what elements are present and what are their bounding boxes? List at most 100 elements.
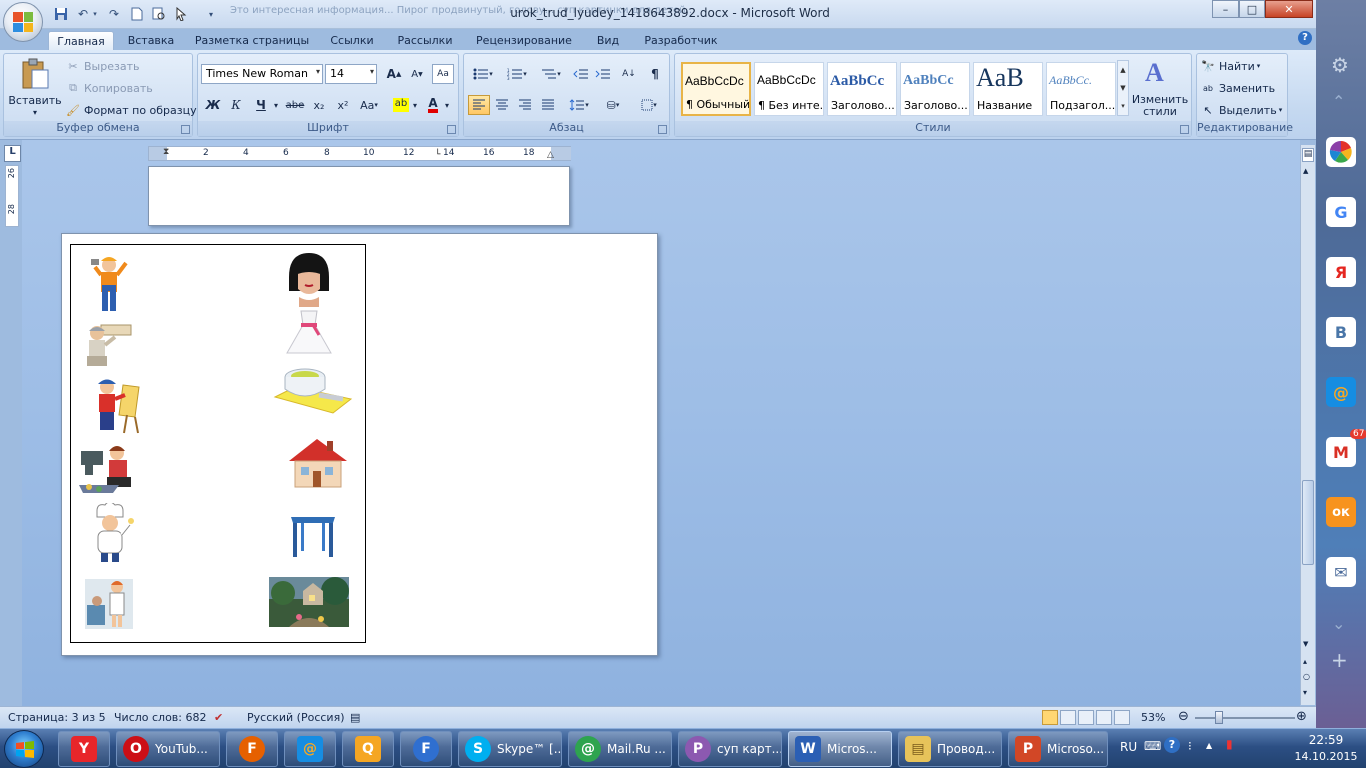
browse-object-icon[interactable]: ○ [1303, 672, 1310, 681]
paste-button[interactable]: Вставить ▾ [8, 56, 62, 120]
minimize-button[interactable]: – [1212, 0, 1239, 18]
language-indicator[interactable]: Русский (Россия) [247, 711, 345, 724]
word-button[interactable]: W Micros... [788, 731, 892, 767]
mail-envelope-icon[interactable]: ✉ [1326, 557, 1356, 587]
align-left-button[interactable] [468, 95, 490, 115]
grow-font-button[interactable]: A ▲ [383, 64, 405, 84]
italic-button[interactable]: К [225, 95, 247, 115]
show-hidden-icons[interactable]: ▲ [1206, 741, 1212, 750]
doctor-illustration[interactable] [85, 579, 133, 629]
vertical-ruler[interactable]: 26 28 [5, 165, 19, 227]
firefox-button[interactable]: F [226, 731, 278, 767]
mail-at-icon[interactable]: @ [1326, 377, 1356, 407]
styles-launcher-icon[interactable] [1180, 125, 1189, 134]
print-preview-icon[interactable] [150, 5, 168, 23]
select-button[interactable]: ↖ Выделить ▾ [1201, 100, 1282, 120]
language-indicator-tray[interactable]: RU [1120, 740, 1137, 754]
powerpoint-button[interactable]: P Microso... [1008, 731, 1108, 767]
highlight-button[interactable]: ab [390, 95, 412, 115]
seamstress-illustration[interactable] [77, 441, 139, 495]
clear-format-button[interactable]: Aa [432, 64, 454, 84]
line-spacing-button[interactable]: ▾ [564, 95, 594, 115]
find-button[interactable]: 🔭 Найти ▾ [1201, 56, 1260, 76]
tab-insert[interactable]: Вставка [122, 31, 180, 51]
vertical-scrollbar[interactable]: ▤ ▲ ▼ ▴ ○ ▾ [1300, 145, 1315, 705]
clock-time[interactable]: 22:59 [1296, 733, 1356, 747]
font-launcher-icon[interactable] [447, 125, 456, 134]
zoom-in-icon[interactable]: ⊕ [1296, 709, 1307, 724]
house-illustration[interactable] [287, 435, 349, 491]
cut-button[interactable]: ✂ Вырезать [66, 56, 139, 76]
add-icon[interactable]: + [1331, 648, 1348, 672]
borders-button[interactable]: ▾ [634, 95, 664, 115]
maximize-button[interactable]: □ [1239, 0, 1265, 18]
tab-home[interactable]: Главная [48, 31, 114, 51]
image-table[interactable] [70, 244, 366, 643]
google-icon[interactable]: G [1326, 197, 1356, 227]
yandex-icon[interactable]: Я [1326, 257, 1356, 287]
scroll-down-icon[interactable]: ▼ [1303, 640, 1308, 648]
spellcheck-icon[interactable]: ✔ [214, 711, 223, 724]
zoom-slider-thumb[interactable] [1215, 711, 1223, 724]
web-layout-view-button[interactable] [1078, 710, 1094, 725]
indent-marker-icon[interactable]: ⧗ [163, 147, 169, 157]
save-icon[interactable] [52, 5, 70, 23]
style-heading-1[interactable]: AaBbCc Заголово... [827, 62, 897, 116]
zoom-out-icon[interactable]: ⊖ [1178, 709, 1189, 724]
picasa-button[interactable]: Pсуп карт... [678, 731, 782, 767]
tab-stop-icon[interactable]: └ [435, 150, 440, 160]
chef-illustration[interactable] [89, 503, 135, 565]
bold-button[interactable]: Ж [202, 95, 224, 115]
styles-gallery-scroll[interactable]: ▲ ▼ ▾ [1117, 60, 1129, 116]
next-page-icon[interactable]: ▾ [1303, 688, 1307, 697]
tab-review[interactable]: Рецензирование [472, 31, 576, 51]
underline-dropdown-icon[interactable]: ▾ [270, 95, 282, 115]
font-color-dropdown-icon[interactable]: ▾ [442, 95, 452, 115]
hairstyle-photo[interactable] [283, 251, 335, 307]
bullets-button[interactable]: ▾ [468, 64, 498, 84]
superscript-button[interactable]: x² [332, 95, 354, 115]
vk-icon[interactable]: В [1326, 317, 1356, 347]
table-illustration[interactable] [287, 513, 339, 563]
sort-button[interactable]: A↓ [618, 64, 640, 84]
soup-illustration[interactable] [273, 363, 353, 417]
scrollbar-thumb[interactable] [1302, 480, 1314, 565]
subscript-button[interactable]: x₂ [308, 95, 330, 115]
up-chevron-icon[interactable]: ⌃ [1332, 92, 1345, 111]
yandex-browser-button[interactable]: Y [58, 731, 110, 767]
landscape-painting[interactable] [269, 577, 349, 627]
full-reading-view-button[interactable] [1060, 710, 1076, 725]
word-count[interactable]: Число слов: 682 [114, 711, 207, 724]
mailru-button[interactable]: @ Mail.Ru ... [568, 731, 672, 767]
page-3[interactable] [61, 233, 658, 656]
horizontal-ruler[interactable]: ⧗ └ △ 2 4 6 8 10 12 14 16 18 [148, 146, 571, 161]
font-family-select[interactable]: Times New Roman ▾ [201, 64, 323, 84]
tab-developer[interactable]: Разработчик [640, 31, 722, 51]
plasterer-illustration[interactable] [83, 321, 135, 369]
style-heading-2[interactable]: AaBbCc Заголово... [900, 62, 970, 116]
office-button[interactable] [3, 2, 43, 42]
change-case-button[interactable]: Aa ▾ [358, 95, 380, 115]
settings-icon[interactable]: ⚙ [1331, 53, 1349, 77]
tab-mailings[interactable]: Рассылки [392, 31, 458, 51]
macro-record-icon[interactable]: ▤ [350, 711, 360, 724]
right-indent-icon[interactable]: △ [547, 150, 554, 160]
style-normal[interactable]: AaBbCcDc ¶ Обычный [681, 62, 751, 116]
undo-dropdown-icon[interactable]: ▾ [90, 5, 100, 23]
decrease-indent-button[interactable] [570, 64, 592, 84]
select-icon[interactable] [172, 5, 190, 23]
keyboard-icon[interactable]: ⌨ [1144, 739, 1161, 753]
picasa-icon[interactable] [1326, 137, 1356, 167]
notification-icon[interactable]: ⁝ [1188, 739, 1192, 753]
style-subtitle[interactable]: AaBbCc. Подзагол... [1046, 62, 1116, 116]
outline-view-button[interactable] [1096, 710, 1112, 725]
justify-button[interactable] [537, 95, 559, 115]
ruler-toggle-icon[interactable]: ▤ [1302, 148, 1314, 162]
font-size-select[interactable]: 14 ▾ [325, 64, 377, 84]
page-indicator[interactable]: Страница: 3 из 5 [8, 711, 106, 724]
start-button[interactable] [4, 730, 44, 768]
tab-page-layout[interactable]: Разметка страницы [192, 31, 312, 51]
tab-selector-button[interactable]: L [4, 145, 21, 162]
show-marks-button[interactable]: ¶ [644, 64, 666, 84]
format-painter-button[interactable]: 🖌 Формат по образцу [66, 100, 197, 120]
